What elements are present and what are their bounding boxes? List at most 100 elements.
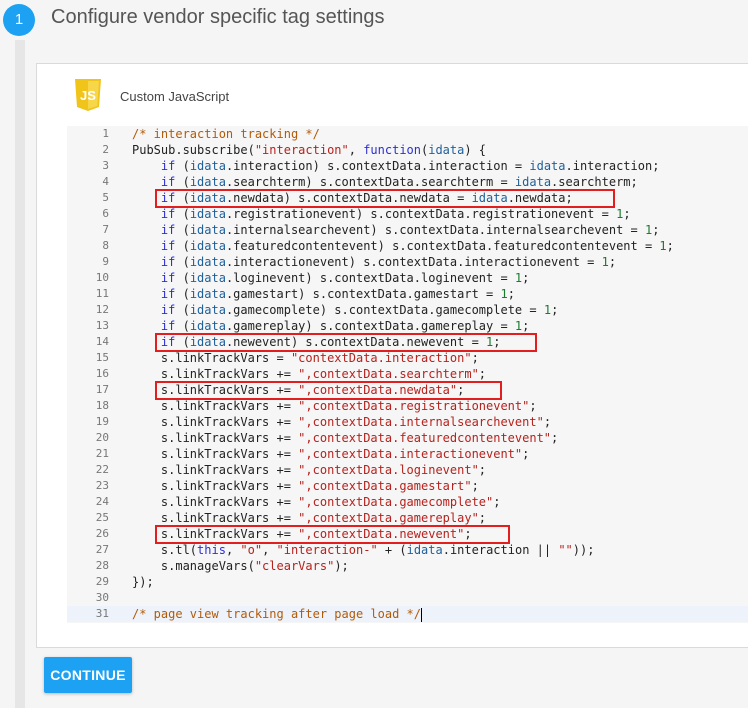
- code-token: ,: [262, 543, 277, 557]
- line-number: 12: [95, 303, 109, 316]
- code-token: if: [160, 303, 176, 317]
- code-token: "interaction": [254, 143, 349, 157]
- line-number: 17: [95, 383, 109, 396]
- code-token: ) {: [464, 143, 487, 157]
- line-number: 3: [102, 159, 109, 172]
- code-token: ;: [478, 463, 487, 477]
- code-text: s.linkTrackVars += ",contextData.gamesta…: [132, 478, 479, 494]
- code-token: ",contextData.gamecomplete": [298, 495, 494, 509]
- code-token: (: [175, 159, 190, 173]
- code-token: .interaction ||: [442, 543, 559, 557]
- code-token: (: [175, 335, 190, 349]
- code-token: s.linkTrackVars +=: [132, 511, 299, 525]
- code-token: s.manageVars(: [132, 559, 255, 573]
- code-token: if: [160, 175, 176, 189]
- code-token: .interactionevent) s.contextData.interac…: [225, 255, 602, 269]
- continue-button[interactable]: CONTINUE: [44, 657, 132, 693]
- code-token: "contextData.interaction": [290, 351, 472, 365]
- code-line: 28 s.manageVars("clearVars");: [67, 558, 748, 574]
- line-number: 18: [95, 399, 109, 412]
- code-text: s.tl(this, "o", "interaction-" + (idata.…: [132, 542, 595, 558]
- code-token: (: [175, 319, 190, 333]
- code-token: .newdata;: [507, 191, 573, 205]
- code-token: ;: [623, 207, 631, 221]
- code-text: s.linkTrackVars += ",contextData.feature…: [132, 430, 558, 446]
- code-token: .loginevent) s.contextData.loginevent =: [225, 271, 515, 285]
- code-token: s.linkTrackVars +=: [132, 527, 299, 541]
- code-line: 2 PubSub.subscribe("interaction", functio…: [67, 142, 748, 158]
- code-token: if: [160, 335, 176, 349]
- line-number: 6: [102, 207, 109, 220]
- code-line: 29});: [67, 574, 748, 590]
- code-token: idata: [471, 191, 508, 205]
- code-token: ;: [471, 351, 479, 365]
- code-token: ",contextData.gamereplay": [298, 511, 479, 525]
- step-rail: [15, 40, 25, 708]
- code-text: if (idata.newdata) s.contextData.newdata…: [132, 190, 573, 206]
- line-number: 31: [95, 607, 109, 620]
- line-number: 9: [102, 255, 109, 268]
- code-line: 24 s.linkTrackVars += ",contextData.game…: [67, 494, 748, 510]
- code-line: 23 s.linkTrackVars += ",contextData.game…: [67, 478, 748, 494]
- code-token: ;: [493, 495, 501, 509]
- code-token: if: [160, 159, 176, 173]
- code-token: if: [160, 223, 176, 237]
- code-line: 18 s.linkTrackVars += ",contextData.regi…: [67, 398, 748, 414]
- code-line: 13 if (idata.gamereplay) s.contextData.g…: [67, 318, 748, 334]
- code-token: ;: [471, 479, 479, 493]
- code-line: 6 if (idata.registrationevent) s.context…: [67, 206, 748, 222]
- code-token: ;: [666, 239, 674, 253]
- code-text: if (idata.newevent) s.contextData.neweve…: [132, 334, 501, 350]
- code-token: ",contextData.loginevent": [298, 463, 479, 477]
- code-text: s.linkTrackVars += ",contextData.interac…: [132, 446, 529, 462]
- line-number: 4: [102, 175, 109, 188]
- line-number: 28: [95, 559, 109, 572]
- code-text: s.linkTrackVars = "contextData.interacti…: [132, 350, 479, 366]
- code-token: idata: [189, 223, 226, 237]
- code-text: });: [132, 574, 154, 590]
- code-line: 30: [67, 590, 748, 606]
- code-text: s.linkTrackVars += ",contextData.newdata…: [132, 382, 464, 398]
- code-text: if (idata.internalsearchevent) s.context…: [132, 222, 660, 238]
- code-line: 20 s.linkTrackVars += ",contextData.feat…: [67, 430, 748, 446]
- line-number: 19: [95, 415, 109, 428]
- line-number: 10: [95, 271, 109, 284]
- code-text: s.manageVars("clearVars");: [132, 558, 349, 574]
- code-text: PubSub.subscribe("interaction", function…: [132, 142, 486, 158]
- code-token: (: [175, 303, 190, 317]
- code-token: 1: [500, 287, 508, 301]
- code-token: idata: [529, 159, 566, 173]
- code-lines: 1 /* interaction tracking */ 2 PubSub.subsc…: [67, 126, 748, 622]
- code-token: .internalsearchevent) s.contextData.inte…: [225, 223, 645, 237]
- code-text: /* page view tracking after page load */: [132, 606, 422, 622]
- javascript-file-icon: JS: [75, 79, 101, 111]
- code-line: 4 if (idata.searchterm) s.contextData.se…: [67, 174, 748, 190]
- code-text: s.linkTrackVars += ",contextData.searcht…: [132, 366, 486, 382]
- code-line: 26 s.linkTrackVars += ",contextData.newe…: [67, 526, 748, 542]
- code-text: /* interaction tracking */: [132, 126, 320, 142]
- code-token: ;: [457, 383, 465, 397]
- line-number: 29: [95, 575, 109, 588]
- code-token: "interaction-": [276, 543, 378, 557]
- code-token: function: [363, 143, 421, 157]
- line-number: 13: [95, 319, 109, 332]
- code-text: s.linkTrackVars += ",contextData.loginev…: [132, 462, 486, 478]
- code-token: ",contextData.newdata": [298, 383, 458, 397]
- code-token: ;: [478, 511, 487, 525]
- code-token: idata: [406, 543, 443, 557]
- code-editor[interactable]: 1 /* interaction tracking */ 2 PubSub.subsc…: [67, 126, 748, 623]
- code-line: 19 s.linkTrackVars += ",contextData.inte…: [67, 414, 748, 430]
- code-line: 12 if (idata.gamecomplete) s.contextData…: [67, 302, 748, 318]
- code-token: s.linkTrackVars +=: [132, 463, 299, 477]
- code-text: if (idata.gamereplay) s.contextData.game…: [132, 318, 529, 334]
- code-token: ;: [652, 223, 660, 237]
- code-line: 22 s.linkTrackVars += ",contextData.logi…: [67, 462, 748, 478]
- code-token: ;: [522, 271, 530, 285]
- code-token: (: [175, 239, 190, 253]
- code-token: idata: [189, 287, 226, 301]
- code-line: 5 if (idata.newdata) s.contextData.newda…: [67, 190, 748, 206]
